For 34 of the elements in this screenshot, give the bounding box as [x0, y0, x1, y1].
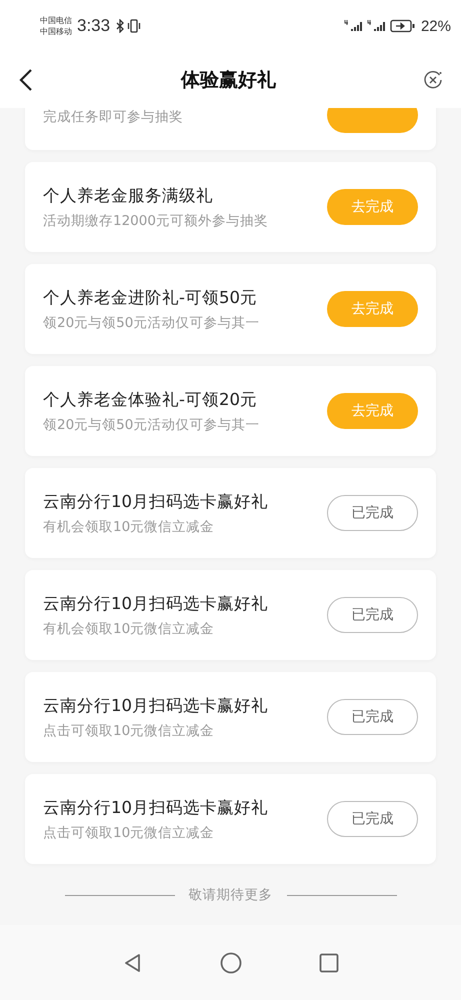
task-description: 领20元与领50元活动仅可参与其一: [43, 314, 260, 332]
footer-note: 敬请期待更多: [188, 886, 272, 904]
task-description: 点击可领取10元微信立减金: [43, 824, 216, 842]
battery-percentage: 22%: [420, 18, 451, 34]
recent-apps-icon[interactable]: [318, 952, 340, 974]
task-title: 个人养老金进阶礼-可领50元: [43, 286, 258, 308]
task-title: 云南分行10月扫码选卡赢好礼: [43, 592, 269, 614]
task-title: 云南分行10月扫码选卡赢好礼: [43, 796, 269, 818]
close-icon[interactable]: [423, 70, 443, 90]
task-description: 完成任务即可参与抽奖: [43, 108, 184, 126]
task-description: 活动期缴存12000元可额外参与抽奖: [43, 212, 269, 230]
completed-button[interactable]: 已完成: [327, 597, 418, 633]
completed-button[interactable]: 已完成: [327, 495, 418, 531]
signal-icon: [366, 19, 387, 33]
task-title: 云南分行10月扫码选卡赢好礼: [43, 490, 269, 512]
carrier-name: 中国移动: [40, 26, 72, 37]
bluetooth-icon: [116, 19, 124, 33]
task-title: 个人养老金服务满级礼: [43, 184, 214, 206]
signal-icon: [344, 19, 364, 33]
task-description: 有机会领取10元微信立减金: [43, 620, 216, 638]
back-icon[interactable]: [18, 68, 34, 92]
battery-icon: [390, 19, 416, 33]
carrier-name: 中国电信: [40, 15, 72, 26]
task-description: 领20元与领50元活动仅可参与其一: [43, 416, 260, 434]
task-title: 云南分行10月扫码选卡赢好礼: [43, 694, 269, 716]
home-icon[interactable]: [220, 952, 242, 974]
task-title: 个人养老金体验礼-可领20元: [43, 388, 258, 410]
task-description: 点击可领取10元微信立减金: [43, 722, 216, 740]
clock: 3:33: [77, 16, 110, 36]
completed-button[interactable]: 已完成: [327, 801, 418, 837]
task-description: 有机会领取10元微信立减金: [43, 518, 216, 536]
vibrate-icon: [127, 19, 142, 33]
completed-button[interactable]: 已完成: [327, 699, 418, 735]
page-title: 体验赢好礼: [180, 68, 277, 93]
